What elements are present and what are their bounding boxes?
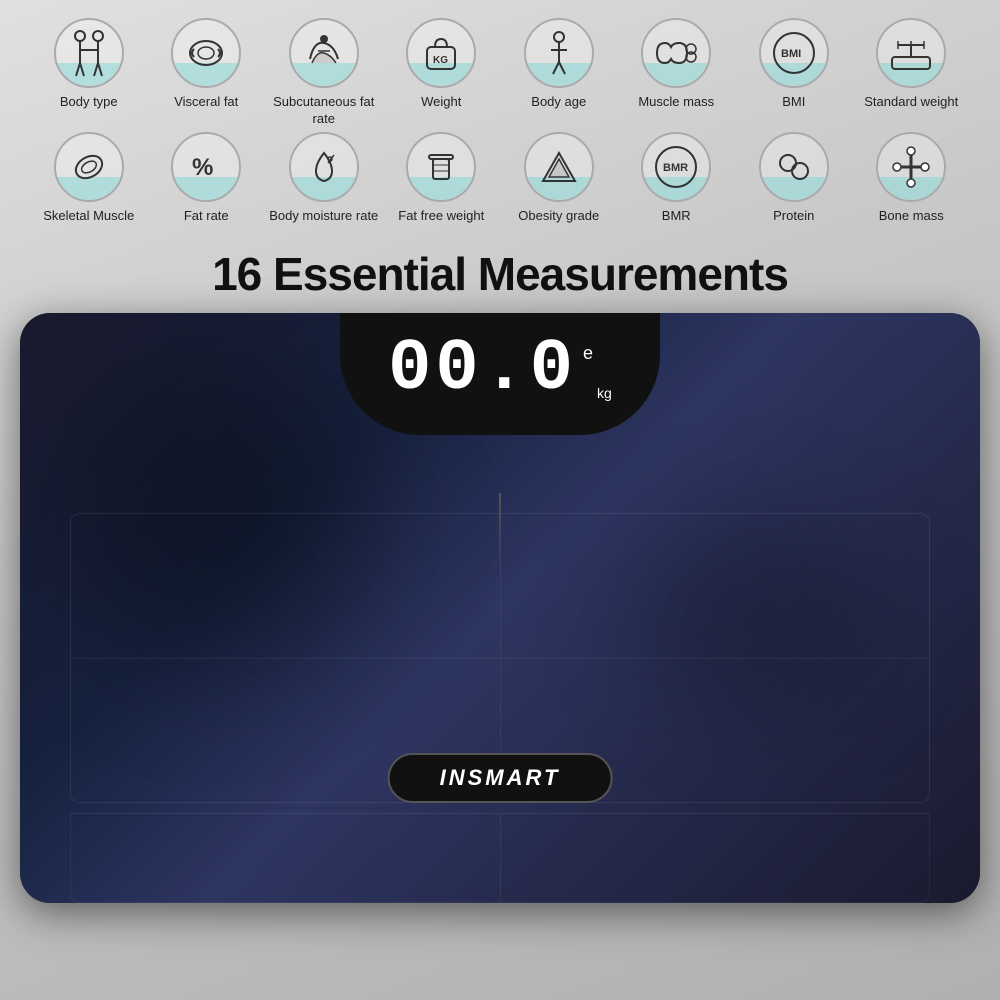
display-superscript: e bbox=[583, 343, 593, 364]
icon-item-bmi: BMI BMI bbox=[739, 18, 849, 111]
weight-icon: KG bbox=[406, 18, 476, 88]
fat-free-weight-icon bbox=[406, 132, 476, 202]
body-type-icon bbox=[54, 18, 124, 88]
fat-rate-label: Fat rate bbox=[184, 208, 229, 225]
svg-text:%: % bbox=[192, 154, 213, 181]
icon-item-subcutaneous-fat: Subcutaneous fat rate bbox=[269, 18, 379, 128]
icon-item-skeletal-muscle: Skeletal Muscle bbox=[34, 132, 144, 225]
icon-item-fat-rate: % Fat rate bbox=[151, 132, 261, 225]
bone-mass-icon bbox=[876, 132, 946, 202]
icons-row-1: Body type Visceral fat bbox=[30, 18, 970, 128]
icon-item-body-age: Body age bbox=[504, 18, 614, 111]
main-heading: 16 Essential Measurements bbox=[20, 247, 980, 301]
bottom-electrode-area bbox=[70, 813, 930, 903]
icon-item-protein: Protein bbox=[739, 132, 849, 225]
bone-mass-label: Bone mass bbox=[879, 208, 944, 225]
svg-text:BMR: BMR bbox=[663, 162, 688, 174]
protein-label: Protein bbox=[773, 208, 814, 225]
weight-display: 00.0 bbox=[388, 333, 577, 405]
body-type-label: Body type bbox=[60, 94, 118, 111]
icon-item-fat-free-weight: Fat free weight bbox=[386, 132, 496, 225]
body-age-icon bbox=[524, 18, 594, 88]
icon-item-visceral-fat: Visceral fat bbox=[151, 18, 261, 111]
skeletal-muscle-icon bbox=[54, 132, 124, 202]
icon-item-obesity-grade: Obesity grade bbox=[504, 132, 614, 225]
bmi-label: BMI bbox=[782, 94, 805, 111]
visceral-fat-icon bbox=[171, 18, 241, 88]
fat-rate-icon: % bbox=[171, 132, 241, 202]
scale-body: 00.0 e kg INSMART bbox=[20, 313, 980, 903]
skeletal-muscle-label: Skeletal Muscle bbox=[43, 208, 134, 225]
body-moisture-icon bbox=[289, 132, 359, 202]
subcutaneous-fat-icon bbox=[289, 18, 359, 88]
protein-icon bbox=[759, 132, 829, 202]
display-unit: kg bbox=[597, 385, 612, 401]
muscle-mass-label: Muscle mass bbox=[638, 94, 714, 111]
muscle-mass-icon bbox=[641, 18, 711, 88]
weight-label: Weight bbox=[421, 94, 461, 111]
brand-badge: INSMART bbox=[388, 753, 613, 803]
display-screen: 00.0 e kg bbox=[388, 333, 612, 405]
bmi-icon: BMI bbox=[759, 18, 829, 88]
scale-device: 00.0 e kg INSMART bbox=[20, 313, 980, 903]
body-moisture-label: Body moisture rate bbox=[269, 208, 378, 225]
display-notch: 00.0 e kg bbox=[340, 313, 660, 435]
standard-weight-label: Standard weight bbox=[864, 94, 958, 111]
svg-text:KG: KG bbox=[433, 55, 448, 66]
body-age-label: Body age bbox=[531, 94, 586, 111]
bmr-icon: BMR bbox=[641, 132, 711, 202]
fat-free-weight-label: Fat free weight bbox=[398, 208, 484, 225]
page: Body type Visceral fat bbox=[0, 0, 1000, 1000]
icon-item-standard-weight: Standard weight bbox=[856, 18, 966, 111]
icons-row-2: Skeletal Muscle % Fat rate bbox=[30, 132, 970, 225]
standard-weight-icon bbox=[876, 18, 946, 88]
visceral-fat-label: Visceral fat bbox=[174, 94, 238, 111]
icon-item-bmr: BMR BMR bbox=[621, 132, 731, 225]
icon-item-muscle-mass: Muscle mass bbox=[621, 18, 731, 111]
obesity-grade-icon bbox=[524, 132, 594, 202]
svg-text:BMI: BMI bbox=[781, 48, 801, 60]
icon-item-bone-mass: Bone mass bbox=[856, 132, 966, 225]
icon-item-weight: KG Weight bbox=[386, 18, 496, 111]
icons-section: Body type Visceral fat bbox=[0, 0, 1000, 239]
electrode-line bbox=[499, 493, 501, 573]
icon-item-body-type: Body type bbox=[34, 18, 144, 111]
obesity-grade-label: Obesity grade bbox=[518, 208, 599, 225]
bmr-label: BMR bbox=[662, 208, 691, 225]
brand-name: INSMART bbox=[440, 765, 561, 790]
icon-item-body-moisture: Body moisture rate bbox=[269, 132, 379, 225]
heading-section: 16 Essential Measurements bbox=[0, 239, 1000, 313]
subcutaneous-fat-label: Subcutaneous fat rate bbox=[269, 94, 379, 128]
